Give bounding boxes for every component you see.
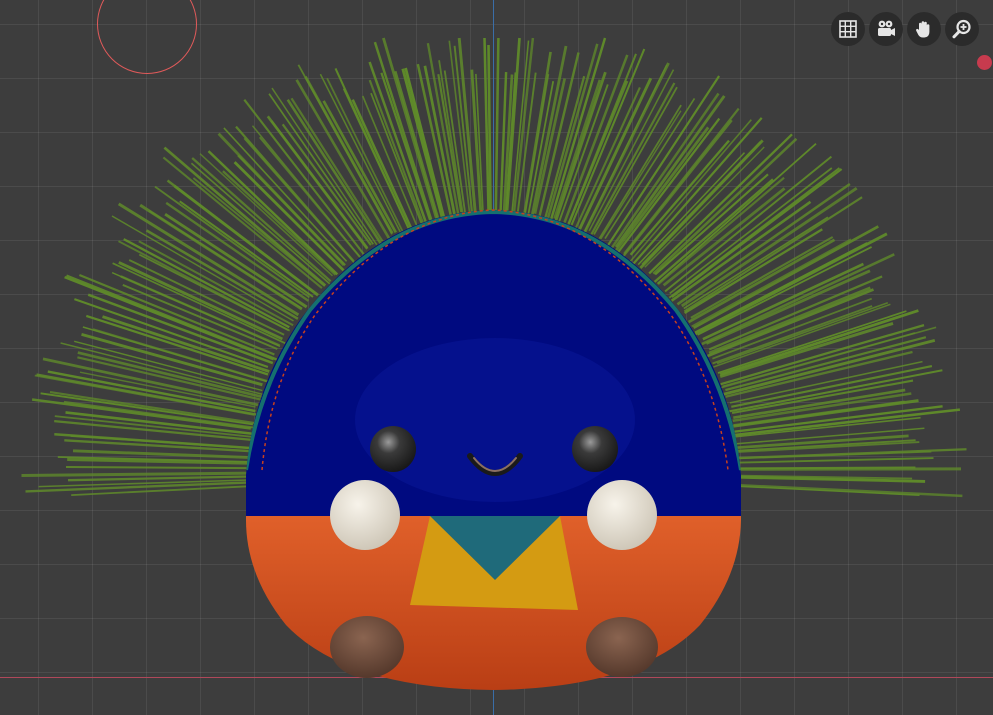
zoom-view-button[interactable] (945, 12, 979, 46)
zoom-icon (952, 19, 971, 39)
toggle-grid-button[interactable] (831, 12, 865, 46)
hair-strand (494, 37, 500, 214)
right-foot (586, 617, 658, 677)
character-model[interactable] (0, 0, 993, 715)
right-cheek (587, 480, 657, 550)
hair-strand (737, 485, 920, 496)
record-indicator-dot (977, 55, 992, 70)
left-eye (370, 426, 416, 472)
hand-icon (916, 21, 930, 38)
navigation-gizmo (831, 12, 979, 46)
hair-strand (546, 43, 599, 219)
hair-strand (21, 471, 254, 477)
hair-strand (554, 71, 607, 222)
hair-strand (692, 225, 879, 329)
grid-icon (839, 20, 857, 38)
left-cheek (330, 480, 400, 550)
hair-strand (65, 465, 248, 470)
hair-strand (720, 323, 925, 386)
hair-strand (72, 449, 252, 460)
hair-strand (67, 475, 250, 482)
right-eye (572, 426, 618, 472)
hair-strand (590, 82, 676, 235)
pan-view-button[interactable] (907, 12, 941, 46)
hair-strand (736, 483, 963, 498)
camera-icon (878, 20, 895, 36)
3d-viewport[interactable] (0, 0, 993, 715)
toggle-camera-view-button[interactable] (869, 12, 903, 46)
body-mesh (246, 210, 741, 690)
hair-strand (734, 457, 934, 464)
left-foot (330, 616, 404, 678)
